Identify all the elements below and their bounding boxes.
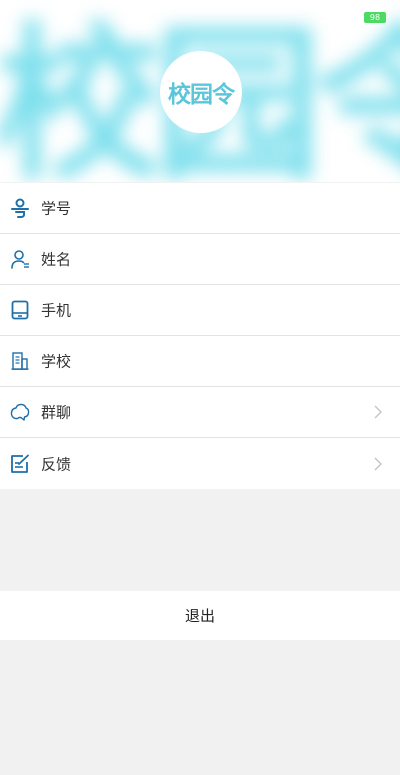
menu-item-label: 群聊 bbox=[41, 403, 72, 422]
chevron-right-icon bbox=[374, 456, 383, 471]
signal-icon bbox=[320, 11, 338, 23]
menu-item-phone[interactable]: 手机 bbox=[0, 285, 400, 336]
app-logo: 校园令 bbox=[160, 51, 242, 133]
user-icon bbox=[11, 250, 29, 269]
menu-item-student-id[interactable]: 学号 bbox=[0, 183, 400, 234]
phone-icon bbox=[11, 300, 29, 320]
chevron-right-icon bbox=[374, 405, 383, 419]
menu-item-label: 学号 bbox=[41, 199, 72, 218]
group-chat-icon bbox=[10, 403, 30, 421]
menu-item-feedback[interactable]: 反馈 bbox=[0, 438, 400, 489]
profile-menu-list: 学号 姓名 手机 学校 群聊 反馈 bbox=[0, 183, 400, 489]
menu-item-label: 学校 bbox=[41, 352, 72, 371]
status-bar: 98 bbox=[320, 10, 386, 24]
app-logo-text: 校园令 bbox=[168, 82, 235, 108]
menu-item-group-chat[interactable]: 群聊 bbox=[0, 387, 400, 438]
profile-header: 校园令 98 校园令 bbox=[0, 0, 400, 182]
menu-item-name[interactable]: 姓名 bbox=[0, 234, 400, 285]
feedback-icon bbox=[11, 454, 29, 473]
menu-item-label: 反馈 bbox=[41, 455, 72, 473]
battery-indicator: 98 bbox=[364, 11, 386, 23]
logout-label: 退出 bbox=[184, 607, 215, 625]
profile-screen: 校园令 98 校园令 学号 bbox=[0, 0, 400, 775]
student-id-icon bbox=[11, 198, 29, 218]
wifi-icon bbox=[344, 12, 358, 22]
menu-item-label: 姓名 bbox=[41, 250, 72, 269]
logout-button[interactable]: 退出 bbox=[0, 591, 400, 640]
menu-item-school[interactable]: 学校 bbox=[0, 336, 400, 387]
menu-item-label: 手机 bbox=[41, 301, 72, 320]
school-icon bbox=[11, 352, 29, 370]
